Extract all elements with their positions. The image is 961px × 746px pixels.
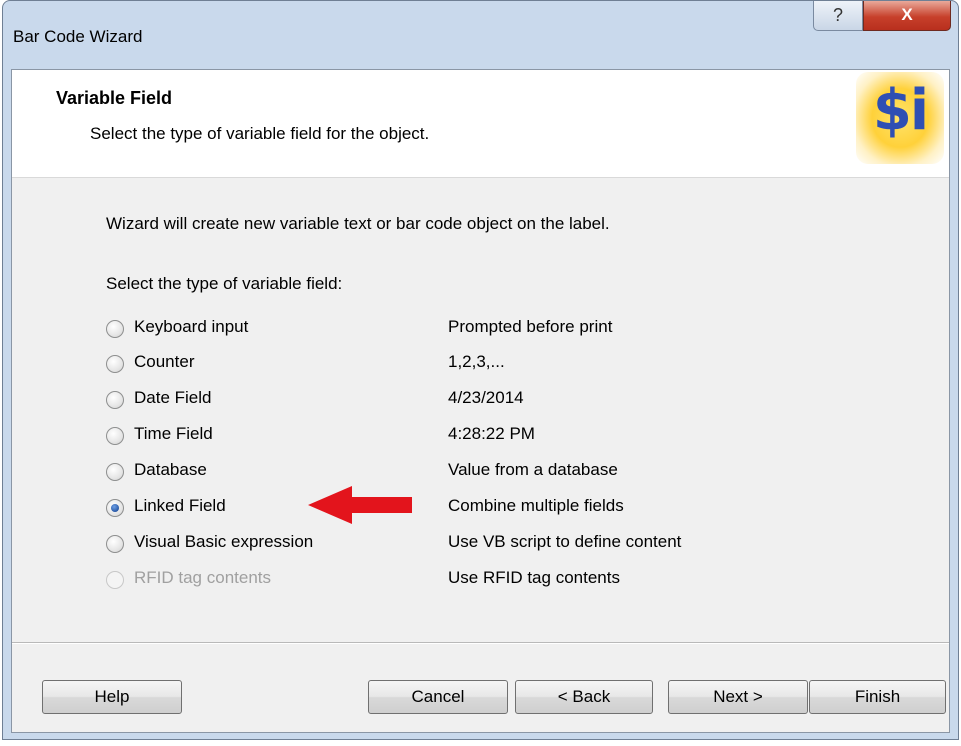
radio-button-selected[interactable]	[106, 499, 124, 517]
back-button[interactable]: < Back	[515, 680, 653, 714]
title-bar: Bar Code Wizard ? X	[3, 1, 958, 69]
wizard-client: Variable Field Select the type of variab…	[11, 69, 950, 733]
radio-button[interactable]	[106, 535, 124, 553]
option-label: Keyboard input	[134, 317, 249, 336]
radio-button[interactable]	[106, 427, 124, 445]
option-rfid-tag-contents: RFID tag contents Use RFID tag contents	[106, 568, 706, 594]
radio-button[interactable]	[106, 463, 124, 481]
option-description: Use RFID tag contents	[448, 568, 620, 587]
option-label: RFID tag contents	[134, 568, 272, 587]
option-label: Visual Basic expression	[134, 532, 314, 551]
option-description: 4:28:22 PM	[448, 424, 535, 443]
radio-button[interactable]	[106, 320, 124, 338]
cancel-button[interactable]: Cancel	[368, 680, 508, 714]
question-mark-icon: ?	[832, 5, 843, 25]
option-description: 1,2,3,...	[448, 352, 505, 371]
radio-button-disabled	[106, 571, 124, 589]
dollar-info-icon: $i	[856, 72, 944, 164]
next-button[interactable]: Next >	[668, 680, 808, 714]
option-date-field[interactable]: Date Field 4/23/2014	[106, 388, 706, 414]
page-subtitle: Select the type of variable field for th…	[90, 124, 430, 143]
option-description: 4/23/2014	[448, 388, 524, 407]
wizard-window: Bar Code Wizard ? X Variable Field Selec…	[2, 0, 959, 740]
option-label: Linked Field	[134, 496, 226, 515]
option-label: Date Field	[134, 388, 212, 407]
window-title: Bar Code Wizard	[13, 27, 143, 46]
option-keyboard-input[interactable]: Keyboard input Prompted before print	[106, 317, 706, 343]
red-arrow-left-icon	[308, 486, 412, 524]
help-button[interactable]: Help	[42, 680, 182, 714]
option-database[interactable]: Database Value from a database	[106, 460, 706, 486]
select-type-label: Select the type of variable field:	[106, 274, 343, 293]
option-visual-basic-expression[interactable]: Visual Basic expression Use VB script to…	[106, 532, 706, 558]
radio-button[interactable]	[106, 391, 124, 409]
option-description: Use VB script to define content	[448, 532, 682, 551]
radio-button[interactable]	[106, 355, 124, 373]
option-time-field[interactable]: Time Field 4:28:22 PM	[106, 424, 706, 450]
close-icon: X	[901, 5, 913, 24]
wizard-header: Variable Field Select the type of variab…	[12, 70, 949, 178]
close-button[interactable]: X	[863, 1, 951, 31]
option-description: Prompted before print	[448, 317, 613, 336]
page-title: Variable Field	[56, 88, 173, 108]
intro-text: Wizard will create new variable text or …	[106, 214, 610, 233]
footer-divider	[12, 642, 949, 644]
option-description: Combine multiple fields	[448, 496, 624, 515]
logo-text: $i	[872, 78, 929, 143]
option-description: Value from a database	[448, 460, 618, 479]
option-label: Time Field	[134, 424, 213, 443]
context-help-button[interactable]: ?	[813, 1, 863, 31]
option-label: Counter	[134, 352, 195, 371]
finish-button[interactable]: Finish	[809, 680, 946, 714]
option-counter[interactable]: Counter 1,2,3,...	[106, 352, 706, 378]
option-label: Database	[134, 460, 207, 479]
